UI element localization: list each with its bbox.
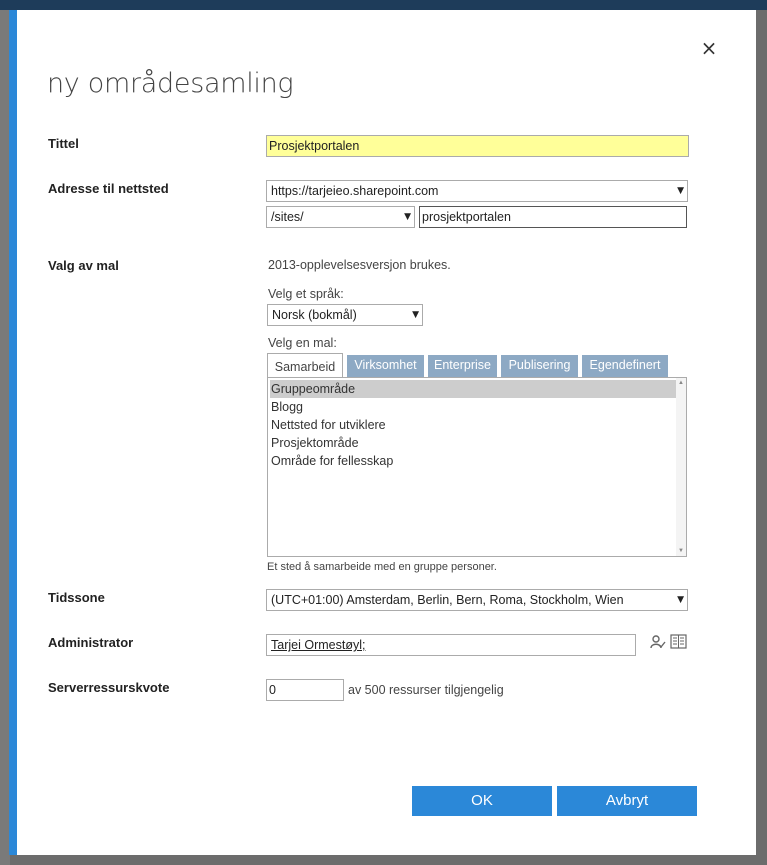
chevron-down-icon: ▼ [412, 310, 419, 320]
list-item[interactable]: Gruppeområde [270, 380, 677, 398]
list-item[interactable]: Blogg [270, 398, 677, 416]
template-choose-label: Velg en mal: [268, 336, 337, 350]
template-list[interactable]: Gruppeområde Blogg Nettsted for utvikler… [267, 377, 687, 557]
language-value: Norsk (bokmål) [272, 308, 357, 322]
language-label: Velg et språk: [268, 287, 344, 301]
chevron-down-icon: ▼ [677, 595, 684, 605]
ok-button[interactable]: OK [412, 786, 552, 816]
language-select[interactable]: Norsk (bokmål) ▼ [267, 304, 423, 326]
cancel-button[interactable]: Avbryt [557, 786, 697, 816]
address-name-input[interactable]: prosjektportalen [419, 206, 687, 228]
tab-egendefinert[interactable]: Egendefinert [582, 355, 668, 377]
address-path-select[interactable]: /sites/ ▼ [266, 206, 415, 228]
dialog-title: ny områdesamling [47, 68, 294, 99]
address-path-value: /sites/ [271, 210, 304, 224]
quota-suffix: av 500 ressurser tilgjengelig [348, 683, 504, 697]
list-item[interactable]: Nettsted for utviklere [270, 416, 677, 434]
chevron-down-icon: ▼ [404, 212, 411, 222]
close-icon[interactable]: × [699, 38, 719, 58]
list-item[interactable]: Område for fellesskap [270, 452, 677, 470]
address-domain-select[interactable]: https://tarjeieo.sharepoint.com ▼ [266, 180, 688, 202]
list-item[interactable]: Prosjektområde [270, 434, 677, 452]
address-label: Adresse til nettsted [48, 181, 169, 196]
title-input[interactable]: Prosjektportalen [266, 135, 689, 157]
list-scrollbar[interactable]: ▲ ▼ [676, 378, 686, 556]
timezone-select[interactable]: (UTC+01:00) Amsterdam, Berlin, Bern, Rom… [266, 589, 688, 611]
tab-virksomhet[interactable]: Virksomhet [347, 355, 424, 377]
tab-publisering[interactable]: Publisering [501, 355, 578, 377]
top-bar [0, 0, 767, 10]
tab-samarbeid[interactable]: Samarbeid [267, 353, 343, 379]
address-book-icon[interactable] [670, 634, 687, 649]
quota-label: Serverressurskvote [48, 680, 170, 695]
admin-user-token[interactable]: Tarjei Ormestøyl; [269, 638, 365, 652]
quota-input[interactable]: 0 [266, 679, 344, 701]
template-description: Et sted å samarbeide med en gruppe perso… [267, 561, 497, 573]
chevron-down-icon: ▼ [677, 186, 684, 196]
admin-people-picker[interactable]: Tarjei Ormestøyl; [266, 634, 636, 656]
title-label: Tittel [48, 136, 79, 151]
check-names-icon[interactable] [650, 634, 666, 650]
scroll-up-icon[interactable]: ▲ [678, 380, 684, 386]
timezone-label: Tidssone [48, 590, 105, 605]
admin-label: Administrator [48, 635, 134, 650]
experience-note: 2013-opplevelsesversjon brukes. [268, 258, 451, 272]
address-domain-value: https://tarjeieo.sharepoint.com [271, 184, 439, 198]
template-label: Valg av mal [48, 258, 119, 273]
tab-enterprise[interactable]: Enterprise [428, 355, 497, 377]
timezone-value: (UTC+01:00) Amsterdam, Berlin, Bern, Rom… [271, 593, 624, 607]
scroll-down-icon[interactable]: ▼ [678, 548, 684, 554]
